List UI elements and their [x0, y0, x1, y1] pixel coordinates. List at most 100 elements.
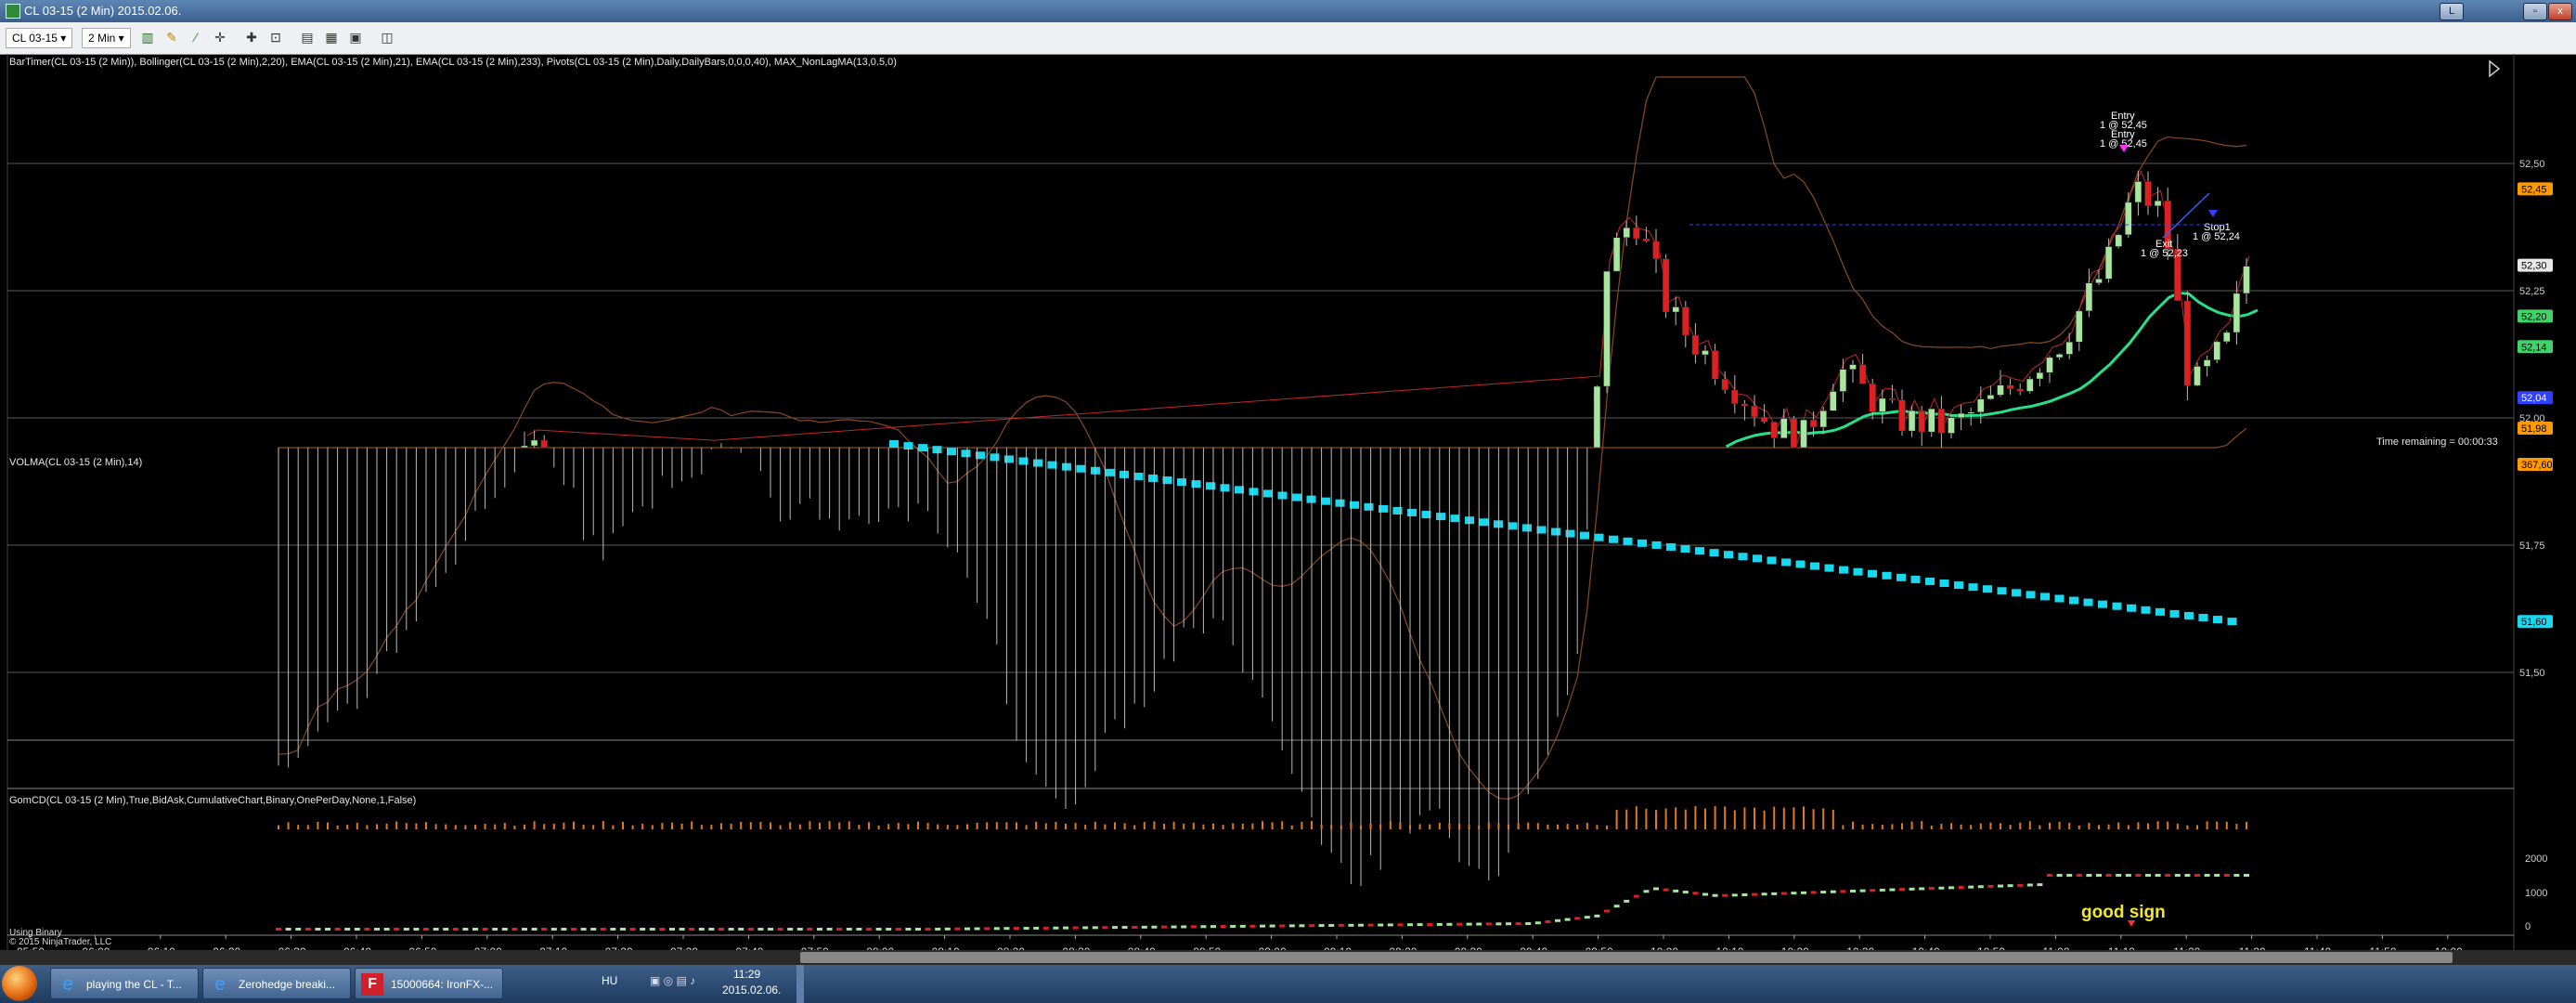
cd-bar: [1014, 927, 1019, 931]
bar-type-icon[interactable]: ▥: [139, 29, 156, 46]
volume-bar: [887, 824, 890, 829]
ema233-marker: [1954, 581, 1963, 590]
zoom-icon[interactable]: ⊡: [267, 29, 284, 46]
volume-bar: [2167, 821, 2169, 829]
cd-bar: [1260, 924, 1265, 928]
candle-body: [1957, 412, 1965, 418]
ema233-marker: [1220, 484, 1230, 492]
ema233-marker: [1379, 504, 1388, 513]
volume-bar: [740, 821, 743, 829]
volume-bar: [1940, 823, 1943, 829]
interval-selector[interactable]: 2 Min ▾: [82, 28, 131, 48]
cd-bar: [1574, 917, 1581, 920]
cd-bar: [689, 928, 695, 931]
cd-bar: [1771, 892, 1778, 895]
clock-date[interactable]: 2015.02.06.: [722, 983, 781, 996]
cd-bar: [1338, 923, 1344, 927]
start-button[interactable]: [2, 966, 37, 1001]
volume-bar: [828, 821, 831, 829]
restore-button[interactable]: ▫: [2523, 3, 2547, 20]
instrument-selector[interactable]: CL 03-15 ▾: [6, 28, 73, 48]
ema233-marker: [2184, 611, 2194, 619]
crosshair-icon[interactable]: ✛: [212, 29, 228, 46]
candle-body: [1888, 397, 1896, 400]
cd-bar: [866, 928, 872, 931]
cd-bar: [1485, 922, 1492, 926]
clock-time[interactable]: 11:29: [733, 968, 760, 981]
volume-bar: [1320, 825, 1323, 829]
language-indicator[interactable]: HU: [602, 974, 617, 987]
gomcd-label: GomCD(CL 03-15 (2 Min),True,BidAsk,Cumul…: [9, 795, 416, 806]
volume-bar: [1527, 822, 1530, 829]
cd-bar: [1624, 899, 1630, 903]
volume-bar: [651, 825, 654, 829]
minimize-button[interactable]: L: [2440, 3, 2464, 20]
scrollbar-thumb[interactable]: [800, 952, 2453, 963]
cd-bar: [925, 928, 931, 931]
properties-icon[interactable]: ▤: [299, 29, 316, 46]
volume-bar: [1842, 825, 1845, 829]
draw-tool-icon[interactable]: ⁄: [188, 29, 204, 46]
volume-bar: [563, 822, 565, 829]
ema233-marker: [1666, 542, 1676, 551]
candle-body: [1702, 350, 1709, 356]
volume-bar: [366, 825, 369, 829]
strategies-icon[interactable]: ▣: [347, 29, 364, 46]
cd-bar: [2017, 883, 2024, 887]
cd-bar: [2037, 883, 2043, 887]
cd-bar: [993, 927, 1000, 931]
volume-bar: [2028, 821, 2031, 829]
cd-tick: 0: [2525, 921, 2531, 932]
task-ie-1[interactable]: e playing the CL - T...: [50, 968, 199, 999]
volume-bar: [1822, 808, 1825, 829]
cd-bar: [1230, 924, 1236, 928]
ema233-marker: [1767, 556, 1777, 565]
cd-bar: [1692, 892, 1699, 895]
volume-bar: [1340, 825, 1342, 829]
templates-icon[interactable]: ◫: [379, 29, 395, 46]
task-forex[interactable]: F 15000664: IronFX-...: [355, 968, 503, 999]
cd-bar: [757, 928, 764, 931]
cd-bar: [1239, 924, 1246, 928]
volume-bar: [1596, 825, 1599, 829]
show-desktop-button[interactable]: [796, 965, 804, 1003]
volume-bar: [1065, 823, 1067, 829]
candle-body: [540, 439, 548, 449]
volume-bar: [1960, 824, 1962, 829]
indicators-icon[interactable]: ▦: [323, 29, 340, 46]
volume-bar: [2098, 825, 2100, 829]
cd-bar: [728, 928, 734, 931]
chart-area[interactable]: Entry 1 @ 52,45 Entry 1 @ 52,45 Stop1 1 @ 52,…: [0, 54, 2576, 950]
ema233-marker: [1709, 549, 1719, 557]
candle-body: [1731, 389, 1739, 405]
tray-icons[interactable]: ▣ ◎ ▤ ♪: [650, 974, 695, 987]
cd-bar: [1427, 923, 1433, 927]
ema233-marker: [2040, 593, 2050, 601]
cd-tick: 2000: [2525, 853, 2547, 865]
ema233-marker: [961, 449, 971, 458]
price-chart[interactable]: Entry1 @ 52,45Entry1 @ 52,45Stop11 @ 52,…: [0, 54, 2576, 950]
close-button[interactable]: x: [2548, 3, 2572, 20]
volume-bar: [1035, 821, 1038, 829]
volume-bar: [464, 825, 467, 829]
candle-body: [1849, 364, 1857, 370]
volume-bar: [1793, 807, 1795, 829]
pencil-icon[interactable]: ✎: [163, 29, 180, 46]
volume-bar: [2107, 824, 2110, 829]
cursor-icon[interactable]: ✚: [243, 29, 260, 46]
candle-body: [2125, 202, 2132, 236]
cd-bar: [1977, 885, 1984, 889]
cd-bar: [1456, 922, 1462, 926]
chart-scrollbar[interactable]: [0, 950, 2576, 965]
cd-bar: [1151, 925, 1158, 929]
volume-bar: [1271, 822, 1274, 829]
volume-bar: [2235, 824, 2238, 829]
cd-bar: [1318, 924, 1325, 928]
cd-bar: [1023, 927, 1029, 931]
ema233-marker: [1450, 515, 1460, 523]
volume-bar: [484, 824, 486, 829]
volume-bar: [1733, 810, 1736, 829]
task-ie-2[interactable]: e Zerohedge breaki...: [202, 968, 351, 999]
cd-bar: [1840, 890, 1846, 893]
candle-body: [521, 445, 528, 449]
